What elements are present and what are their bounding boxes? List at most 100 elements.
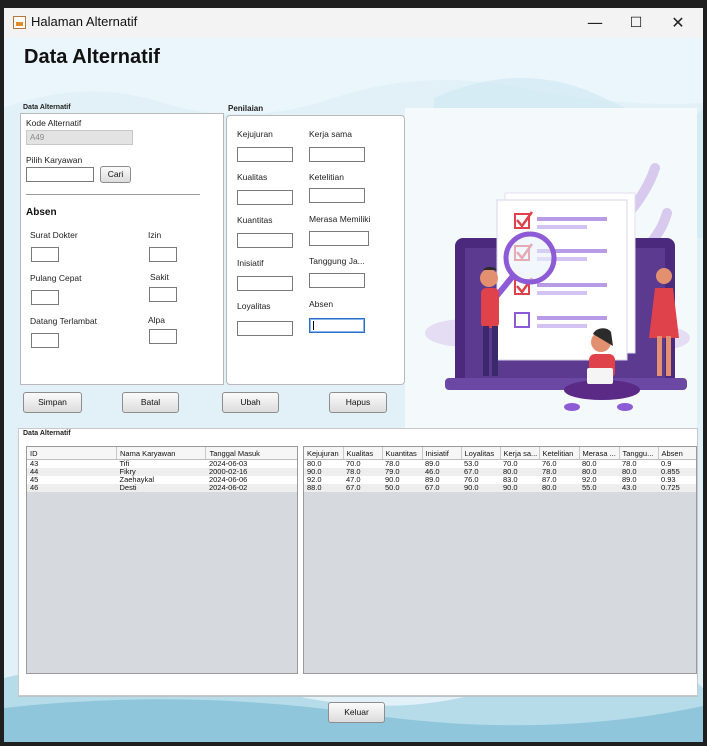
table-cell: 76.0 bbox=[539, 459, 579, 468]
table-row[interactable]: 90.0 78.0 79.0 46.0 67.0 80.0 78.0 80.0 … bbox=[304, 468, 696, 476]
sakit-field[interactable] bbox=[149, 287, 177, 302]
minimize-button[interactable]: — bbox=[572, 8, 618, 38]
izin-label: Izin bbox=[148, 230, 162, 240]
surat-dokter-field[interactable] bbox=[31, 247, 59, 262]
table-cell: Fikry bbox=[116, 468, 206, 476]
kode-alternatif-label: Kode Alternatif bbox=[26, 118, 82, 128]
cari-button[interactable]: Cari bbox=[100, 166, 131, 183]
kejujuran-label: Kejujuran bbox=[237, 129, 273, 139]
column-header-kualitas[interactable]: Kualitas bbox=[343, 447, 383, 460]
table-cell: 92.0 bbox=[304, 476, 343, 484]
table-cell: 89.0 bbox=[422, 476, 461, 484]
column-header-loyalitas[interactable]: Loyalitas bbox=[461, 447, 501, 460]
table-row[interactable]: 88.0 67.0 50.0 67.0 90.0 90.0 80.0 55.0 … bbox=[304, 484, 696, 492]
penilaian-table[interactable]: Kejujuran Kualitas Kuantitas Inisiatif L… bbox=[303, 446, 697, 674]
column-header-inisiatif[interactable]: Inisiatif bbox=[422, 447, 462, 460]
table-cell: 67.0 bbox=[422, 484, 461, 492]
close-button[interactable]: ✕ bbox=[655, 8, 701, 38]
tanggung-jawab-field[interactable] bbox=[309, 273, 365, 288]
title-bar: Halaman Alternatif — ☐ ✕ bbox=[4, 8, 703, 38]
table-row[interactable]: 44 Fikry 2000-02-16 bbox=[27, 468, 297, 476]
table-section-label: Data Alternatif bbox=[23, 430, 71, 437]
ketelitian-field[interactable] bbox=[309, 188, 365, 203]
sakit-label: Sakit bbox=[150, 272, 169, 282]
column-header-tanggung[interactable]: Tanggu... bbox=[619, 447, 659, 460]
table-cell: Desti bbox=[116, 484, 206, 492]
kualitas-field[interactable] bbox=[237, 190, 293, 205]
tanggung-jawab-label: Tanggung Ja... bbox=[309, 256, 365, 266]
kuantitas-field[interactable] bbox=[237, 233, 293, 248]
table-cell: 67.0 bbox=[343, 484, 382, 492]
karyawan-table[interactable]: ID Nama Karyawan Tanggal Masuk 43 Tifi 2… bbox=[26, 446, 298, 674]
table-cell: 2000-02-16 bbox=[205, 468, 297, 476]
java-app-icon bbox=[13, 16, 26, 29]
table-cell: 0.9 bbox=[658, 459, 696, 468]
column-header-kerja-sama[interactable]: Kerja sa... bbox=[500, 447, 540, 460]
table-cell: 80.0 bbox=[579, 459, 619, 468]
kerja-sama-label: Kerja sama bbox=[309, 129, 352, 139]
window-title: Halaman Alternatif bbox=[31, 14, 138, 29]
table-cell: 80.0 bbox=[304, 459, 343, 468]
column-header-nama[interactable]: Nama Karyawan bbox=[116, 447, 207, 460]
table-cell: 83.0 bbox=[500, 476, 539, 484]
page-title: Data Alternatif bbox=[24, 46, 160, 68]
ketelitian-label: Ketelitian bbox=[309, 172, 344, 182]
table-cell: 87.0 bbox=[539, 476, 579, 484]
table-row[interactable]: 45 Zaehaykal 2024-06-06 bbox=[27, 476, 297, 484]
table-cell: 70.0 bbox=[343, 459, 382, 468]
table-cell: 90.0 bbox=[304, 468, 343, 476]
kode-alternatif-field[interactable]: A49 bbox=[26, 130, 133, 145]
table-cell: 43 bbox=[27, 459, 117, 468]
table-cell: 89.0 bbox=[619, 476, 658, 484]
kuantitas-label: Kuantitas bbox=[237, 215, 273, 225]
column-header-id[interactable]: ID bbox=[27, 447, 117, 460]
table-row[interactable]: 46 Desti 2024-06-02 bbox=[27, 484, 297, 492]
table-cell: 0.93 bbox=[658, 476, 696, 484]
datang-terlambat-field[interactable] bbox=[31, 333, 59, 348]
alpa-field[interactable] bbox=[149, 329, 177, 344]
kualitas-label: Kualitas bbox=[237, 172, 268, 182]
table-row[interactable]: 80.0 70.0 78.0 89.0 53.0 70.0 76.0 80.0 … bbox=[304, 459, 696, 468]
table-cell: 78.0 bbox=[619, 459, 658, 468]
batal-button[interactable]: Batal bbox=[122, 392, 179, 413]
merasa-memiliki-field[interactable] bbox=[309, 231, 369, 246]
table-cell: 80.0 bbox=[500, 468, 539, 476]
pilih-karyawan-field[interactable] bbox=[26, 167, 94, 182]
absen-title: Absen bbox=[26, 207, 57, 218]
pulang-cepat-field[interactable] bbox=[31, 290, 59, 305]
inisiatif-label: Inisiatif bbox=[237, 258, 264, 268]
table-cell: 79.0 bbox=[382, 468, 422, 476]
table-cell: 55.0 bbox=[579, 484, 619, 492]
table-cell: 44 bbox=[27, 468, 117, 476]
table-cell: 90.0 bbox=[382, 476, 422, 484]
absen-score-field[interactable] bbox=[309, 318, 365, 333]
keluar-button[interactable]: Keluar bbox=[328, 702, 385, 723]
column-header-kejujuran[interactable]: Kejujuran bbox=[304, 447, 344, 460]
table-row[interactable]: 92.0 47.0 90.0 89.0 76.0 83.0 87.0 92.0 … bbox=[304, 476, 696, 484]
table-cell: 70.0 bbox=[500, 459, 539, 468]
hapus-button[interactable]: Hapus bbox=[329, 392, 387, 413]
maximize-button[interactable]: ☐ bbox=[613, 8, 659, 38]
table-cell: 80.0 bbox=[619, 468, 658, 476]
column-header-ketelitian[interactable]: Ketelitian bbox=[539, 447, 580, 460]
loyalitas-field[interactable] bbox=[237, 321, 293, 336]
column-header-tanggal[interactable]: Tanggal Masuk bbox=[205, 447, 297, 460]
table-cell: 0.725 bbox=[658, 484, 696, 492]
inisiatif-field[interactable] bbox=[237, 276, 293, 291]
table-cell: 89.0 bbox=[422, 459, 461, 468]
ubah-button[interactable]: Ubah bbox=[222, 392, 279, 413]
penilaian-title: Penilaian bbox=[228, 104, 264, 113]
table-cell: 2024-06-06 bbox=[205, 476, 297, 484]
izin-field[interactable] bbox=[149, 247, 177, 262]
datang-terlambat-label: Datang Terlambat bbox=[30, 316, 97, 326]
table-cell: 53.0 bbox=[461, 459, 500, 468]
table-row[interactable]: 43 Tifi 2024-06-03 bbox=[27, 459, 297, 468]
simpan-button[interactable]: Simpan bbox=[23, 392, 82, 413]
column-header-kuantitas[interactable]: Kuantitas bbox=[382, 447, 423, 460]
column-header-merasa[interactable]: Merasa ... bbox=[579, 447, 620, 460]
kejujuran-field[interactable] bbox=[237, 147, 293, 162]
merasa-memiliki-label: Merasa Memiliki bbox=[309, 214, 371, 224]
absen-score-label: Absen bbox=[309, 299, 334, 309]
column-header-absen[interactable]: Absen bbox=[658, 447, 696, 460]
kerja-sama-field[interactable] bbox=[309, 147, 365, 162]
